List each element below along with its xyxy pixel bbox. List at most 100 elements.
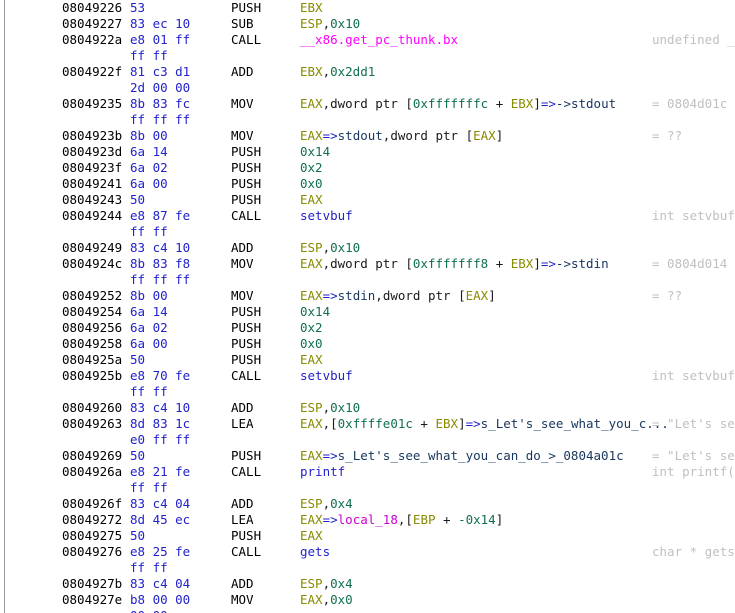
operand-symbol-ref[interactable]: s_Let's_see_what_you_can_do_>_0804a01c	[338, 448, 624, 463]
instruction-operands[interactable]: ESP,0x10	[300, 16, 360, 32]
instruction-bytes-continuation[interactable]: 00 00	[0, 608, 735, 613]
instruction-bytes-continuation[interactable]: ff ff	[0, 48, 735, 64]
instruction-line[interactable]: 08049258 6a 00 PUSH 0x0	[0, 336, 735, 352]
instruction-mnemonic[interactable]: ADD	[231, 576, 254, 592]
instruction-address[interactable]: 08049254	[62, 304, 122, 320]
instruction-bytes[interactable]: 6a 02	[130, 160, 168, 176]
instruction-bytes-overflow[interactable]: ff ff	[130, 224, 168, 240]
instruction-line[interactable]: 0804926f 83 c4 04 ADD ESP,0x4	[0, 496, 735, 512]
instruction-line[interactable]: 08049260 83 c4 10 ADD ESP,0x10	[0, 400, 735, 416]
instruction-line[interactable]: 08049241 6a 00 PUSH 0x0	[0, 176, 735, 192]
instruction-operands[interactable]: EAX=>local_18,[EBP + -0x14]	[300, 512, 503, 528]
instruction-bytes-continuation[interactable]: ff ff	[0, 224, 735, 240]
instruction-address[interactable]: 0804922f	[62, 64, 122, 80]
instruction-address[interactable]: 0804922a	[62, 32, 122, 48]
instruction-operands[interactable]: EAX,dword ptr [0xfffffff8 + EBX]=>->stdi…	[300, 256, 609, 272]
instruction-address[interactable]: 08049241	[62, 176, 122, 192]
instruction-bytes[interactable]: 8d 83 1c	[130, 416, 190, 432]
instruction-address[interactable]: 0804925b	[62, 368, 122, 384]
instruction-address[interactable]: 0804925a	[62, 352, 122, 368]
instruction-bytes[interactable]: 50	[130, 528, 145, 544]
instruction-bytes[interactable]: 6a 14	[130, 144, 168, 160]
operand-symbol-ref[interactable]: ->stdin	[556, 256, 609, 271]
instruction-address[interactable]: 08049272	[62, 512, 122, 528]
instruction-bytes[interactable]: e8 87 fe	[130, 208, 190, 224]
instruction-mnemonic[interactable]: CALL	[231, 464, 261, 480]
instruction-bytes-continuation[interactable]: ff ff	[0, 480, 735, 496]
instruction-address[interactable]: 08049235	[62, 96, 122, 112]
instruction-bytes[interactable]: 8d 45 ec	[130, 512, 190, 528]
instruction-mnemonic[interactable]: MOV	[231, 128, 254, 144]
instruction-address[interactable]: 08049227	[62, 16, 122, 32]
instruction-bytes[interactable]: 81 c3 d1	[130, 64, 190, 80]
instruction-address[interactable]: 08049226	[62, 0, 122, 16]
instruction-address[interactable]: 08049275	[62, 528, 122, 544]
instruction-line[interactable]: 0804926a e8 21 fe CALL printf int printf(c	[0, 464, 735, 480]
instruction-bytes[interactable]: 83 c4 10	[130, 240, 190, 256]
instruction-line[interactable]: 0804927e b8 00 00 MOV EAX,0x0	[0, 592, 735, 608]
instruction-line[interactable]: 0804923b 8b 00 MOV EAX=>stdout,dword ptr [E…	[0, 128, 735, 144]
instruction-operands[interactable]: EAX=>stdin,dword ptr [EAX]	[300, 288, 496, 304]
instruction-address[interactable]: 08049243	[62, 192, 122, 208]
instruction-line[interactable]: 0804922a e8 01 ff CALL __x86.get_pc_thunk.b…	[0, 32, 735, 48]
instruction-mnemonic[interactable]: ADD	[231, 240, 254, 256]
instruction-bytes[interactable]: e8 21 fe	[130, 464, 190, 480]
instruction-line[interactable]: 08049272 8d 45 ec LEA EAX=>local_18,[EBP + …	[0, 512, 735, 528]
instruction-bytes-continuation[interactable]: e0 ff ff	[0, 432, 735, 448]
instruction-mnemonic[interactable]: MOV	[231, 256, 254, 272]
instruction-address[interactable]: 0804923b	[62, 128, 122, 144]
instruction-line[interactable]: 08049243 50 PUSH EAX	[0, 192, 735, 208]
instruction-bytes[interactable]: 50	[130, 192, 145, 208]
instruction-line[interactable]: 08049249 83 c4 10 ADD ESP,0x10	[0, 240, 735, 256]
instruction-line[interactable]: 08049252 8b 00 MOV EAX=>stdin,dword ptr [EA…	[0, 288, 735, 304]
instruction-line[interactable]: 0804922f 81 c3 d1 ADD EBX,0x2dd1	[0, 64, 735, 80]
instruction-bytes[interactable]: e8 01 ff	[130, 32, 190, 48]
instruction-bytes-overflow[interactable]: 2d 00 00	[130, 80, 190, 96]
instruction-mnemonic[interactable]: ADD	[231, 496, 254, 512]
instruction-operands[interactable]: ESP,0x4	[300, 496, 353, 512]
instruction-bytes[interactable]: b8 00 00	[130, 592, 190, 608]
instruction-mnemonic[interactable]: LEA	[231, 512, 254, 528]
instruction-operands[interactable]: EAX,dword ptr [0xfffffffc + EBX]=>->stdo…	[300, 96, 616, 112]
instruction-mnemonic[interactable]: SUB	[231, 16, 254, 32]
instruction-operands[interactable]: 0x0	[300, 336, 323, 352]
instruction-bytes-overflow[interactable]: ff ff	[130, 48, 168, 64]
instruction-operands[interactable]: 0x2	[300, 160, 323, 176]
disassembly-listing-view[interactable]: 08049226 53 PUSH EBX 08049227 83 ec 10 SUB ESP,…	[0, 0, 735, 613]
instruction-bytes-continuation[interactable]: ff ff ff	[0, 272, 735, 288]
instruction-bytes-continuation[interactable]: 2d 00 00	[0, 80, 735, 96]
operand-symbol-ref[interactable]: ->stdout	[556, 96, 616, 111]
instruction-bytes-continuation[interactable]: ff ff ff	[0, 112, 735, 128]
instruction-bytes[interactable]: 83 c4 04	[130, 576, 190, 592]
instruction-bytes[interactable]: 83 ec 10	[130, 16, 190, 32]
instruction-mnemonic[interactable]: PUSH	[231, 528, 261, 544]
instruction-bytes-overflow[interactable]: 00 00	[130, 608, 168, 613]
instruction-address[interactable]: 08049252	[62, 288, 122, 304]
instruction-operands[interactable]: gets	[300, 544, 330, 560]
instruction-bytes[interactable]: 6a 00	[130, 336, 168, 352]
instruction-line[interactable]: 08049227 83 ec 10 SUB ESP,0x10	[0, 16, 735, 32]
instruction-bytes-overflow[interactable]: ff ff	[130, 384, 168, 400]
instruction-operands[interactable]: 0x14	[300, 144, 330, 160]
instruction-line[interactable]: 0804927b 83 c4 04 ADD ESP,0x4	[0, 576, 735, 592]
instruction-mnemonic[interactable]: PUSH	[231, 304, 261, 320]
instruction-mnemonic[interactable]: CALL	[231, 368, 261, 384]
instruction-address[interactable]: 08049269	[62, 448, 122, 464]
instruction-line[interactable]: 0804925a 50 PUSH EAX	[0, 352, 735, 368]
instruction-bytes-continuation[interactable]: ff ff	[0, 560, 735, 576]
instruction-mnemonic[interactable]: PUSH	[231, 320, 261, 336]
instruction-line[interactable]: 08049275 50 PUSH EAX	[0, 528, 735, 544]
instruction-mnemonic[interactable]: MOV	[231, 288, 254, 304]
instruction-operands[interactable]: EAX	[300, 352, 323, 368]
instruction-mnemonic[interactable]: CALL	[231, 544, 261, 560]
instruction-operands[interactable]: __x86.get_pc_thunk.bx	[300, 32, 458, 48]
instruction-bytes[interactable]: 53	[130, 0, 145, 16]
instruction-mnemonic[interactable]: PUSH	[231, 144, 261, 160]
instruction-bytes[interactable]: 6a 14	[130, 304, 168, 320]
instruction-address[interactable]: 08049256	[62, 320, 122, 336]
instruction-operands[interactable]: setvbuf	[300, 208, 353, 224]
instruction-line[interactable]: 08049276 e8 25 fe CALL gets char * gets(	[0, 544, 735, 560]
instruction-mnemonic[interactable]: PUSH	[231, 160, 261, 176]
instruction-address[interactable]: 08049258	[62, 336, 122, 352]
operand-local-label[interactable]: local_18	[338, 512, 398, 527]
